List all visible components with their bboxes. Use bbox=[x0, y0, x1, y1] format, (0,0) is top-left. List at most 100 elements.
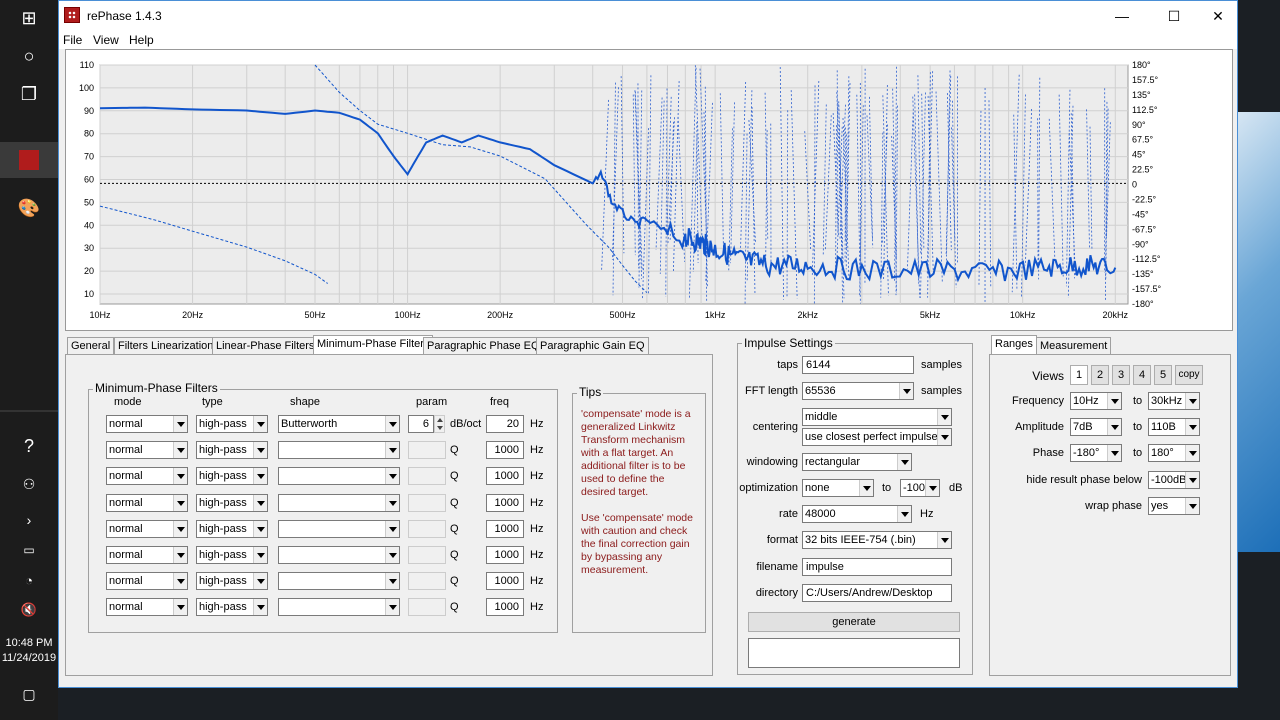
centering-select[interactable]: middle bbox=[802, 408, 952, 426]
view-4-button[interactable]: 4 bbox=[1133, 365, 1151, 385]
centering-mode-select[interactable]: use closest perfect impulse bbox=[802, 428, 952, 446]
mp-mode-select[interactable]: normal bbox=[106, 441, 188, 459]
mp-shape-select[interactable] bbox=[278, 520, 400, 538]
windows-start-icon[interactable]: ⊞ bbox=[0, 0, 58, 36]
mp-freq-input[interactable]: 1000 bbox=[486, 467, 524, 485]
mp-freq-input[interactable]: 1000 bbox=[486, 546, 524, 564]
title-bar[interactable]: rePhase 1.4.3 — ☐ ✕ bbox=[59, 1, 1237, 31]
mp-shape-select[interactable] bbox=[278, 572, 400, 590]
copy-view-button[interactable]: copy bbox=[1175, 365, 1203, 385]
mp-freq-input[interactable]: 1000 bbox=[486, 494, 524, 512]
mp-type-select[interactable]: high-pass bbox=[196, 572, 268, 590]
mp-shape-select[interactable] bbox=[278, 546, 400, 564]
mp-mode-select[interactable]: normal bbox=[106, 494, 188, 512]
mp-param-input[interactable] bbox=[408, 572, 446, 590]
mp-freq-input[interactable]: 1000 bbox=[486, 598, 524, 616]
amplitude-to-select[interactable]: 110B bbox=[1148, 418, 1200, 436]
mp-param-input[interactable] bbox=[408, 598, 446, 616]
rephase-taskbar-icon[interactable] bbox=[0, 142, 58, 178]
mp-mode-select[interactable]: normal bbox=[106, 520, 188, 538]
mp-type-select[interactable]: high-pass bbox=[196, 598, 268, 616]
mp-mode-select[interactable]: normal bbox=[106, 598, 188, 616]
mp-shape-select[interactable] bbox=[278, 494, 400, 512]
view-3-button[interactable]: 3 bbox=[1112, 365, 1130, 385]
mp-mode-select[interactable]: normal bbox=[106, 572, 188, 590]
tab-minimum-phase-filters[interactable]: Minimum-Phase Filters bbox=[313, 335, 434, 355]
clock[interactable]: 10:48 PM 11/24/2019 bbox=[0, 636, 58, 666]
phase-from-select[interactable]: -180° bbox=[1070, 444, 1122, 462]
view-2-button[interactable]: 2 bbox=[1091, 365, 1109, 385]
mp-freq-input[interactable]: 1000 bbox=[486, 520, 524, 538]
chevron-down-icon bbox=[897, 506, 911, 522]
mp-param-input[interactable] bbox=[408, 441, 446, 459]
chevron-down-icon bbox=[173, 416, 187, 432]
tab-paragraphic-phase-eq[interactable]: Paragraphic Phase EQ bbox=[423, 337, 544, 355]
mp-param-input[interactable] bbox=[408, 520, 446, 538]
frequency-from-select[interactable]: 10Hz bbox=[1070, 392, 1122, 410]
tab-general[interactable]: General bbox=[67, 337, 115, 355]
rate-value: 48000 bbox=[805, 508, 836, 520]
tab-linear-phase-filters[interactable]: Linear-Phase Filters bbox=[212, 337, 319, 355]
mp-param-input[interactable] bbox=[408, 467, 446, 485]
frequency-response-chart[interactable]: 110 100 90 80 70 60 50 40 30 20 10 180° 157.5° 135° 11… bbox=[65, 49, 1233, 331]
help-icon[interactable]: ? bbox=[0, 428, 58, 464]
mp-shape-select[interactable] bbox=[278, 441, 400, 459]
y-left-tick-label: 90 bbox=[84, 106, 94, 116]
ranges-panel: Views 1 2 3 4 5 copy Frequency 10Hz to 3… bbox=[989, 354, 1231, 676]
fft-length-select[interactable]: 65536 bbox=[802, 382, 914, 400]
maximize-button[interactable]: ☐ bbox=[1151, 1, 1197, 31]
wrap-phase-select[interactable]: yes bbox=[1148, 497, 1200, 515]
optimization-select[interactable]: none bbox=[802, 479, 874, 497]
format-select[interactable]: 32 bits IEEE-754 (.bin) bbox=[802, 531, 952, 549]
directory-input[interactable]: C:/Users/Andrew/Desktop bbox=[802, 584, 952, 602]
mp-shape-select[interactable] bbox=[278, 467, 400, 485]
mp-param-input[interactable]: 6 bbox=[408, 415, 434, 433]
view-1-button[interactable]: 1 bbox=[1070, 365, 1088, 385]
filename-input[interactable]: impulse bbox=[802, 558, 952, 576]
phase-to-select[interactable]: 180° bbox=[1148, 444, 1200, 462]
notifications-icon[interactable]: ▢ bbox=[0, 676, 58, 712]
tab-measurement[interactable]: Measurement bbox=[1036, 337, 1112, 355]
view-5-button[interactable]: 5 bbox=[1154, 365, 1172, 385]
mp-freq-input[interactable]: 20 bbox=[486, 415, 524, 433]
menu-help[interactable]: Help bbox=[129, 33, 154, 47]
tab-paragraphic-gain-eq[interactable]: Paragraphic Gain EQ bbox=[536, 337, 649, 355]
menu-view[interactable]: View bbox=[93, 33, 119, 47]
y-right-tick-label: 22.5° bbox=[1132, 165, 1154, 175]
task-view-icon[interactable]: ❐ bbox=[0, 76, 58, 112]
spinner-icon[interactable] bbox=[434, 415, 445, 433]
frequency-to-select[interactable]: 30kHz bbox=[1148, 392, 1200, 410]
search-icon[interactable]: ○ bbox=[0, 38, 58, 74]
mp-mode-select[interactable]: normal bbox=[106, 467, 188, 485]
mp-param-input[interactable] bbox=[408, 546, 446, 564]
amplitude-from-select[interactable]: 7dB bbox=[1070, 418, 1122, 436]
mp-shape-select[interactable] bbox=[278, 598, 400, 616]
tab-filters-linearization[interactable]: Filters Linearization bbox=[114, 337, 218, 355]
rate-select[interactable]: 48000 bbox=[802, 505, 912, 523]
taps-input[interactable]: 6144 bbox=[802, 356, 914, 374]
generate-button[interactable]: generate bbox=[748, 612, 960, 632]
menu-file[interactable]: File bbox=[63, 33, 82, 47]
hide-phase-select[interactable]: -100dB bbox=[1148, 471, 1200, 489]
mp-type-select[interactable]: high-pass bbox=[196, 441, 268, 459]
mp-mode-select[interactable]: normal bbox=[106, 546, 188, 564]
mp-type-select[interactable]: high-pass bbox=[196, 520, 268, 538]
windowing-select[interactable]: rectangular bbox=[802, 453, 912, 471]
mp-type-select[interactable]: high-pass bbox=[196, 467, 268, 485]
mp-type-select[interactable]: high-pass bbox=[196, 546, 268, 564]
minimize-button[interactable]: — bbox=[1099, 1, 1145, 31]
tab-ranges[interactable]: Ranges bbox=[991, 335, 1037, 355]
close-button[interactable]: ✕ bbox=[1195, 1, 1241, 31]
chevron-down-icon bbox=[385, 442, 399, 458]
mp-freq-input[interactable]: 1000 bbox=[486, 441, 524, 459]
mp-type-select[interactable]: high-pass bbox=[196, 415, 268, 433]
mp-param-input[interactable] bbox=[408, 494, 446, 512]
people-icon[interactable]: ⚇ bbox=[0, 466, 58, 502]
mp-type-select[interactable]: high-pass bbox=[196, 494, 268, 512]
mp-shape-select[interactable]: Butterworth bbox=[278, 415, 400, 433]
optimization-db-select[interactable]: -100 bbox=[900, 479, 940, 497]
paint-taskbar-icon[interactable]: 🎨 bbox=[0, 190, 58, 226]
volume-muted-icon[interactable]: 🔇 bbox=[0, 592, 58, 628]
mp-freq-input[interactable]: 1000 bbox=[486, 572, 524, 590]
mp-mode-select[interactable]: normal bbox=[106, 415, 188, 433]
